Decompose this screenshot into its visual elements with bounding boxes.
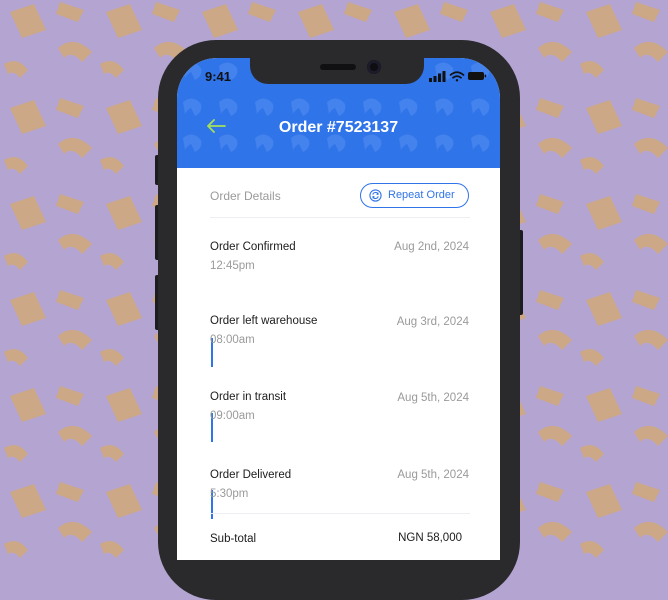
subtotal-value: NGN 58,000	[398, 532, 462, 544]
timeline-step-time: 5:30pm	[210, 488, 249, 500]
phone-notch	[250, 58, 424, 84]
timeline-step-title: Order Delivered	[210, 469, 292, 481]
divider	[210, 217, 470, 218]
timeline-step-date: Aug 3rd, 2024	[396, 316, 469, 328]
signal-icon	[429, 71, 446, 82]
timeline-step-date: Aug 5th, 2024	[397, 392, 469, 404]
status-icons	[429, 71, 487, 82]
timeline-step-date: Aug 5th, 2024	[397, 469, 469, 481]
status-time: 9:41	[205, 69, 232, 84]
phone-screen: 9:41 Order #7523137 Order Details Repeat…	[177, 58, 500, 560]
order-details-label: Order Details	[210, 189, 281, 203]
timeline-step-title: Order Confirmed	[210, 241, 296, 253]
divider	[210, 513, 470, 514]
battery-icon	[468, 72, 487, 80]
order-content: Order Details Repeat Order Order Confirm…	[177, 168, 500, 560]
timeline-step-title: Order left warehouse	[210, 315, 318, 327]
front-camera	[367, 60, 381, 74]
repeat-order-button[interactable]: Repeat Order	[360, 183, 469, 208]
timeline-step-date: Aug 2nd, 2024	[394, 241, 469, 253]
repeat-icon	[369, 189, 382, 202]
timeline-step-title: Order in transit	[210, 391, 287, 403]
timeline-step-time: 08:00am	[210, 334, 255, 346]
timeline-step-time: 12:45pm	[210, 260, 255, 272]
subtotal-label: Sub-total	[210, 533, 257, 545]
wifi-icon	[449, 71, 465, 82]
repeat-order-label: Repeat Order	[388, 189, 455, 201]
timeline-step-time: 09:00am	[210, 410, 255, 422]
page-title: Order #7523137	[278, 119, 399, 136]
speaker-grille	[320, 64, 356, 70]
